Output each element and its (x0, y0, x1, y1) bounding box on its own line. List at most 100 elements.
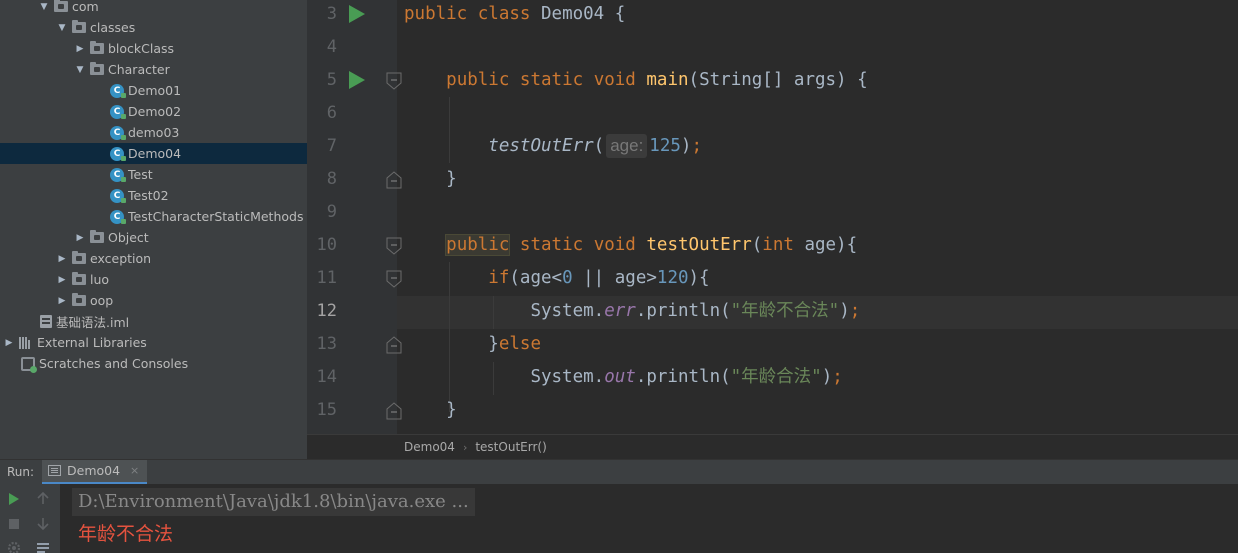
stop-button[interactable] (6, 516, 22, 532)
tree-item-test[interactable]: C Test (0, 164, 307, 185)
line-number: 6 (326, 103, 337, 123)
code-token: "年龄不合法" (730, 301, 840, 321)
collapse-arrow-icon[interactable]: ▶ (56, 253, 68, 265)
fold-open-icon[interactable] (386, 270, 402, 288)
code-token: } (446, 169, 457, 189)
fold-open-icon[interactable] (386, 72, 402, 90)
code-token: ; (691, 136, 702, 156)
java-class-icon: C (110, 209, 126, 224)
fold-open-icon[interactable] (386, 237, 402, 255)
library-icon (19, 336, 33, 349)
run-class-icon[interactable] (349, 5, 365, 23)
line-number: 4 (326, 37, 337, 57)
console-output[interactable]: D:\Environment\Java\jdk1.8\bin\java.exe … (60, 484, 1238, 553)
code-token: 0 (562, 268, 573, 288)
breadcrumb-separator-icon: › (462, 440, 468, 454)
code-token: static (519, 235, 584, 255)
breadcrumb-item-method[interactable]: testOutErr() (475, 440, 546, 454)
arrow-down-icon (37, 518, 49, 531)
run-panel-header: Run: Demo04 × (0, 459, 1238, 485)
code-token: ( (751, 235, 763, 255)
tree-item-external-libraries[interactable]: ▶ External Libraries (0, 332, 307, 353)
rerun-button[interactable] (6, 491, 22, 507)
tree-item-object[interactable]: ▶ Object (0, 227, 307, 248)
code-token: else (498, 334, 541, 354)
tree-item-label: Demo01 (128, 83, 182, 98)
settings-button[interactable] (6, 540, 22, 553)
java-class-icon: C (110, 188, 126, 203)
code-line-13: }else (404, 328, 541, 361)
code-line-8: } (404, 163, 457, 196)
tree-item-label: demo03 (128, 125, 180, 140)
code-token: testOutErr (646, 235, 752, 255)
tree-item-test02[interactable]: C Test02 (0, 185, 307, 206)
line-number: 7 (326, 136, 337, 156)
code-token: main (646, 70, 689, 90)
code-token: ; (849, 301, 861, 321)
run-main-icon[interactable] (349, 71, 365, 89)
code-token: ) (680, 136, 692, 156)
code-token: .println( (635, 367, 731, 387)
expand-arrow-icon[interactable]: ▼ (74, 64, 86, 76)
tree-item-oop[interactable]: ▶ oop (0, 290, 307, 311)
java-class-icon: C (110, 146, 126, 161)
editor-gutter: 3 4 5 6 7 8 9 10 11 12 13 14 15 (307, 0, 402, 434)
expand-arrow-icon[interactable]: ▼ (56, 22, 68, 34)
expand-arrow-icon[interactable]: ▼ (38, 1, 50, 13)
breadcrumb-item-class[interactable]: Demo04 (404, 440, 455, 454)
run-tab-demo04[interactable]: Demo04 × (42, 459, 148, 485)
console-command-line: D:\Environment\Java\jdk1.8\bin\java.exe … (72, 488, 475, 516)
tree-item-com[interactable]: ▼ com (0, 0, 307, 17)
tree-item-testcharacterstaticmethods[interactable]: C TestCharacterStaticMethods (0, 206, 307, 227)
tree-item-classes[interactable]: ▼ classes (0, 17, 307, 38)
fold-close-icon[interactable] (386, 336, 402, 354)
code-token: } (446, 400, 457, 420)
collapse-arrow-icon[interactable]: ▶ (3, 337, 15, 349)
tree-item-character[interactable]: ▼ Character (0, 59, 307, 80)
package-icon (72, 20, 86, 33)
tree-item-label: Test (128, 167, 153, 182)
line-number: 11 (316, 268, 337, 288)
tree-item-demo02[interactable]: C Demo02 (0, 101, 307, 122)
console-icon (48, 465, 61, 476)
module-file-icon (40, 315, 52, 328)
tree-item-label: luo (90, 272, 110, 287)
collapse-arrow-icon[interactable]: ▶ (56, 295, 68, 307)
tree-item-exception[interactable]: ▶ exception (0, 248, 307, 269)
collapse-arrow-icon[interactable]: ▶ (74, 43, 86, 55)
tree-item-luo[interactable]: ▶ luo (0, 269, 307, 290)
java-class-icon: C (110, 167, 126, 182)
code-token: 120 (656, 268, 689, 288)
tree-item-label: Scratches and Consoles (39, 356, 189, 371)
line-number: 9 (326, 202, 337, 222)
tree-item-iml-file[interactable]: 基础语法.iml (0, 311, 307, 332)
run-panel-label: Run: (7, 465, 35, 479)
console-error-line: 年龄不合法 (78, 523, 174, 545)
tree-item-label: Test02 (128, 188, 169, 203)
collapse-arrow-icon[interactable]: ▶ (74, 232, 86, 244)
package-icon (72, 293, 86, 306)
close-icon[interactable]: × (130, 464, 139, 477)
tree-item-scratches[interactable]: Scratches and Consoles (0, 353, 307, 374)
code-token: if (488, 268, 510, 288)
tree-item-demo03[interactable]: C demo03 (0, 122, 307, 143)
tree-item-demo04[interactable]: C Demo04 (0, 143, 307, 164)
scroll-down-button[interactable] (35, 516, 51, 532)
code-token: ; (832, 367, 843, 387)
collapse-arrow-icon[interactable]: ▶ (56, 274, 68, 286)
tree-item-label: Character (108, 62, 170, 77)
package-icon (72, 251, 86, 264)
code-token: void (593, 70, 636, 90)
soft-wrap-button[interactable] (35, 540, 51, 553)
tree-item-demo01[interactable]: C Demo01 (0, 80, 307, 101)
code-line-10: public static void testOutErr(int age){ (404, 229, 857, 262)
code-token: public (445, 234, 511, 256)
code-token: static (519, 70, 584, 90)
code-editor[interactable]: 3 4 5 6 7 8 9 10 11 12 13 14 15 public c… (307, 0, 1238, 434)
arrow-up-icon (37, 491, 49, 504)
fold-close-icon[interactable] (386, 171, 402, 189)
tree-item-blockclass[interactable]: ▶ blockClass (0, 38, 307, 59)
play-icon (9, 493, 19, 505)
fold-close-icon[interactable] (386, 402, 402, 420)
scroll-up-button[interactable] (35, 490, 51, 506)
